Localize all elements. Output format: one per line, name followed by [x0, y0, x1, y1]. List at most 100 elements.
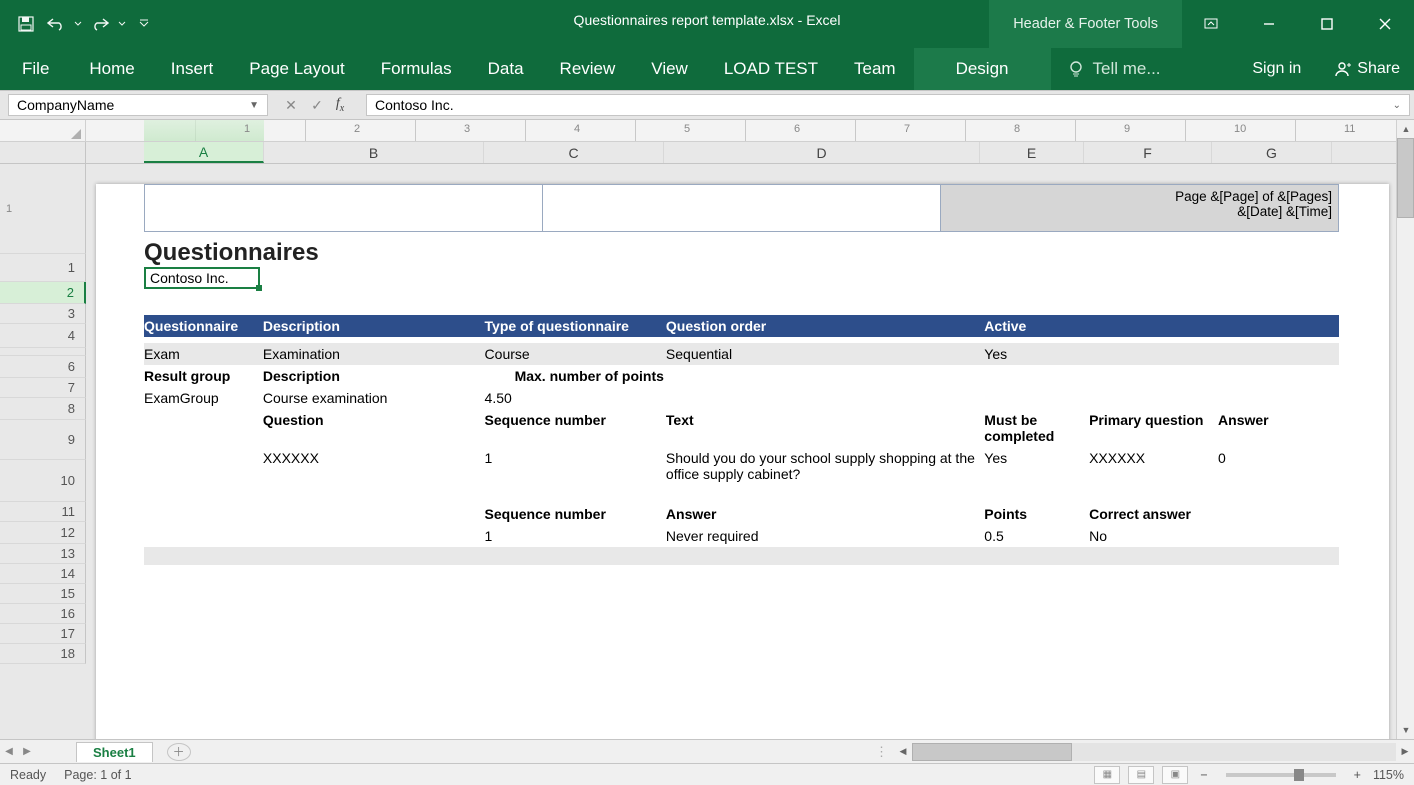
cell[interactable]: Yes: [984, 343, 1089, 365]
tab-nav-next-icon[interactable]: ▶: [18, 746, 36, 757]
tab-team[interactable]: Team: [836, 48, 914, 90]
chevron-down-icon[interactable]: ▼: [249, 100, 259, 111]
row-header-14[interactable]: 14: [0, 564, 86, 584]
cell[interactable]: Correct answer: [1089, 503, 1218, 525]
row-header-7[interactable]: 7: [0, 378, 86, 398]
row-header-18[interactable]: 18: [0, 644, 86, 664]
col-header-a[interactable]: A: [144, 142, 264, 163]
sign-in-button[interactable]: Sign in: [1234, 60, 1319, 78]
close-icon[interactable]: [1356, 0, 1414, 48]
cell[interactable]: Result group: [144, 365, 263, 387]
row-header-3[interactable]: 3: [0, 304, 86, 324]
col-header-f[interactable]: F: [1084, 142, 1212, 163]
view-page-break-icon[interactable]: ▣: [1162, 766, 1188, 784]
cell[interactable]: XXXXXX: [1089, 447, 1218, 485]
name-box[interactable]: CompanyName ▼: [8, 94, 268, 116]
row-header-4[interactable]: 4: [0, 324, 86, 348]
share-button[interactable]: Share: [1319, 60, 1414, 78]
row-header-2[interactable]: 2: [0, 282, 86, 304]
cell[interactable]: Sequence number: [485, 503, 666, 525]
zoom-level[interactable]: 115%: [1373, 768, 1404, 782]
col-header-g[interactable]: G: [1212, 142, 1332, 163]
tab-home[interactable]: Home: [71, 48, 152, 90]
minimize-icon[interactable]: [1240, 0, 1298, 48]
zoom-slider[interactable]: [1226, 773, 1336, 777]
maximize-icon[interactable]: [1298, 0, 1356, 48]
undo-icon[interactable]: [42, 10, 70, 38]
zoom-out-button[interactable]: −: [1196, 768, 1211, 782]
cell[interactable]: Answer: [666, 503, 984, 525]
tab-formulas[interactable]: Formulas: [363, 48, 470, 90]
cell[interactable]: Yes: [984, 447, 1089, 485]
tab-file[interactable]: File: [0, 48, 71, 90]
scroll-left-icon[interactable]: ◀: [894, 743, 912, 761]
qat-customize-icon[interactable]: [130, 10, 158, 38]
tab-nav-prev-icon[interactable]: ◀: [0, 746, 18, 757]
sheet-tab[interactable]: Sheet1: [76, 742, 153, 762]
cell[interactable]: Course: [485, 343, 666, 365]
row-header-12[interactable]: 12: [0, 522, 86, 544]
cell[interactable]: Examination: [263, 343, 485, 365]
enter-formula-icon[interactable]: ✓: [306, 97, 328, 114]
cell[interactable]: Primary question: [1089, 409, 1218, 447]
tab-view[interactable]: View: [633, 48, 706, 90]
add-sheet-button[interactable]: ＋: [167, 743, 191, 761]
cell[interactable]: Description: [263, 365, 485, 387]
row-header-8[interactable]: 8: [0, 398, 86, 420]
row-header-9[interactable]: 9: [0, 420, 86, 460]
active-cell[interactable]: Contoso Inc.: [144, 267, 260, 289]
col-header-d[interactable]: D: [664, 142, 980, 163]
header-boxes[interactable]: Page &[Page] of &[Pages] &[Date] &[Time]: [144, 184, 1339, 232]
cell[interactable]: Course examination: [263, 387, 485, 409]
cell[interactable]: Never required: [666, 525, 984, 547]
ribbon-options-icon[interactable]: [1182, 0, 1240, 48]
redo-dropdown-icon[interactable]: [116, 10, 128, 38]
header-right-box[interactable]: Page &[Page] of &[Pages] &[Date] &[Time]: [941, 185, 1338, 231]
scroll-up-icon[interactable]: ▲: [1397, 120, 1414, 138]
header-center-box[interactable]: [543, 185, 941, 231]
save-icon[interactable]: [12, 10, 40, 38]
row-header-1[interactable]: 1: [0, 254, 86, 282]
scroll-down-icon[interactable]: ▼: [1397, 721, 1414, 739]
tab-load-test[interactable]: LOAD TEST: [706, 48, 836, 90]
cell[interactable]: 0: [1218, 447, 1339, 485]
cell[interactable]: Text: [666, 409, 984, 447]
tab-insert[interactable]: Insert: [153, 48, 232, 90]
row-header-10[interactable]: 10: [0, 460, 86, 502]
tab-data[interactable]: Data: [470, 48, 542, 90]
cell[interactable]: Sequence number: [485, 409, 666, 447]
cell[interactable]: Sequential: [666, 343, 984, 365]
row-header-11[interactable]: 11: [0, 502, 86, 522]
col-header-e[interactable]: E: [980, 142, 1084, 163]
select-all-triangle[interactable]: [71, 129, 81, 139]
cell[interactable]: 0.5: [984, 525, 1089, 547]
vertical-scrollbar[interactable]: ▲ ▼: [1396, 120, 1414, 739]
cell[interactable]: Must be completed: [984, 409, 1089, 447]
cancel-formula-icon[interactable]: ✕: [280, 97, 302, 114]
formula-bar[interactable]: Contoso Inc. ⌄: [366, 94, 1410, 116]
row-header-13[interactable]: 13: [0, 544, 86, 564]
cell[interactable]: ExamGroup: [144, 387, 263, 409]
view-page-layout-icon[interactable]: ▤: [1128, 766, 1154, 784]
tab-design[interactable]: Design: [914, 48, 1051, 90]
cell[interactable]: Answer: [1218, 409, 1339, 447]
cell[interactable]: 1: [485, 525, 666, 547]
row-header-15[interactable]: 15: [0, 584, 86, 604]
horizontal-scrollbar[interactable]: ◀ ▶: [894, 743, 1414, 761]
col-header-c[interactable]: C: [484, 142, 664, 163]
header-left-box[interactable]: [145, 185, 543, 231]
scroll-thumb[interactable]: [1397, 138, 1414, 218]
fx-icon[interactable]: fx: [332, 96, 354, 114]
tellme-search[interactable]: Tell me...: [1051, 59, 1177, 79]
row-header-16[interactable]: 16: [0, 604, 86, 624]
col-header-b[interactable]: B: [264, 142, 484, 163]
view-normal-icon[interactable]: ▦: [1094, 766, 1120, 784]
cell[interactable]: Exam: [144, 343, 263, 365]
tab-review[interactable]: Review: [542, 48, 634, 90]
formula-expand-icon[interactable]: ⌄: [1393, 100, 1401, 111]
cell[interactable]: XXXXXX: [263, 447, 485, 485]
undo-dropdown-icon[interactable]: [72, 10, 84, 38]
row-header-17[interactable]: 17: [0, 624, 86, 644]
cell[interactable]: Question: [263, 409, 485, 447]
cell[interactable]: 1: [485, 447, 666, 485]
